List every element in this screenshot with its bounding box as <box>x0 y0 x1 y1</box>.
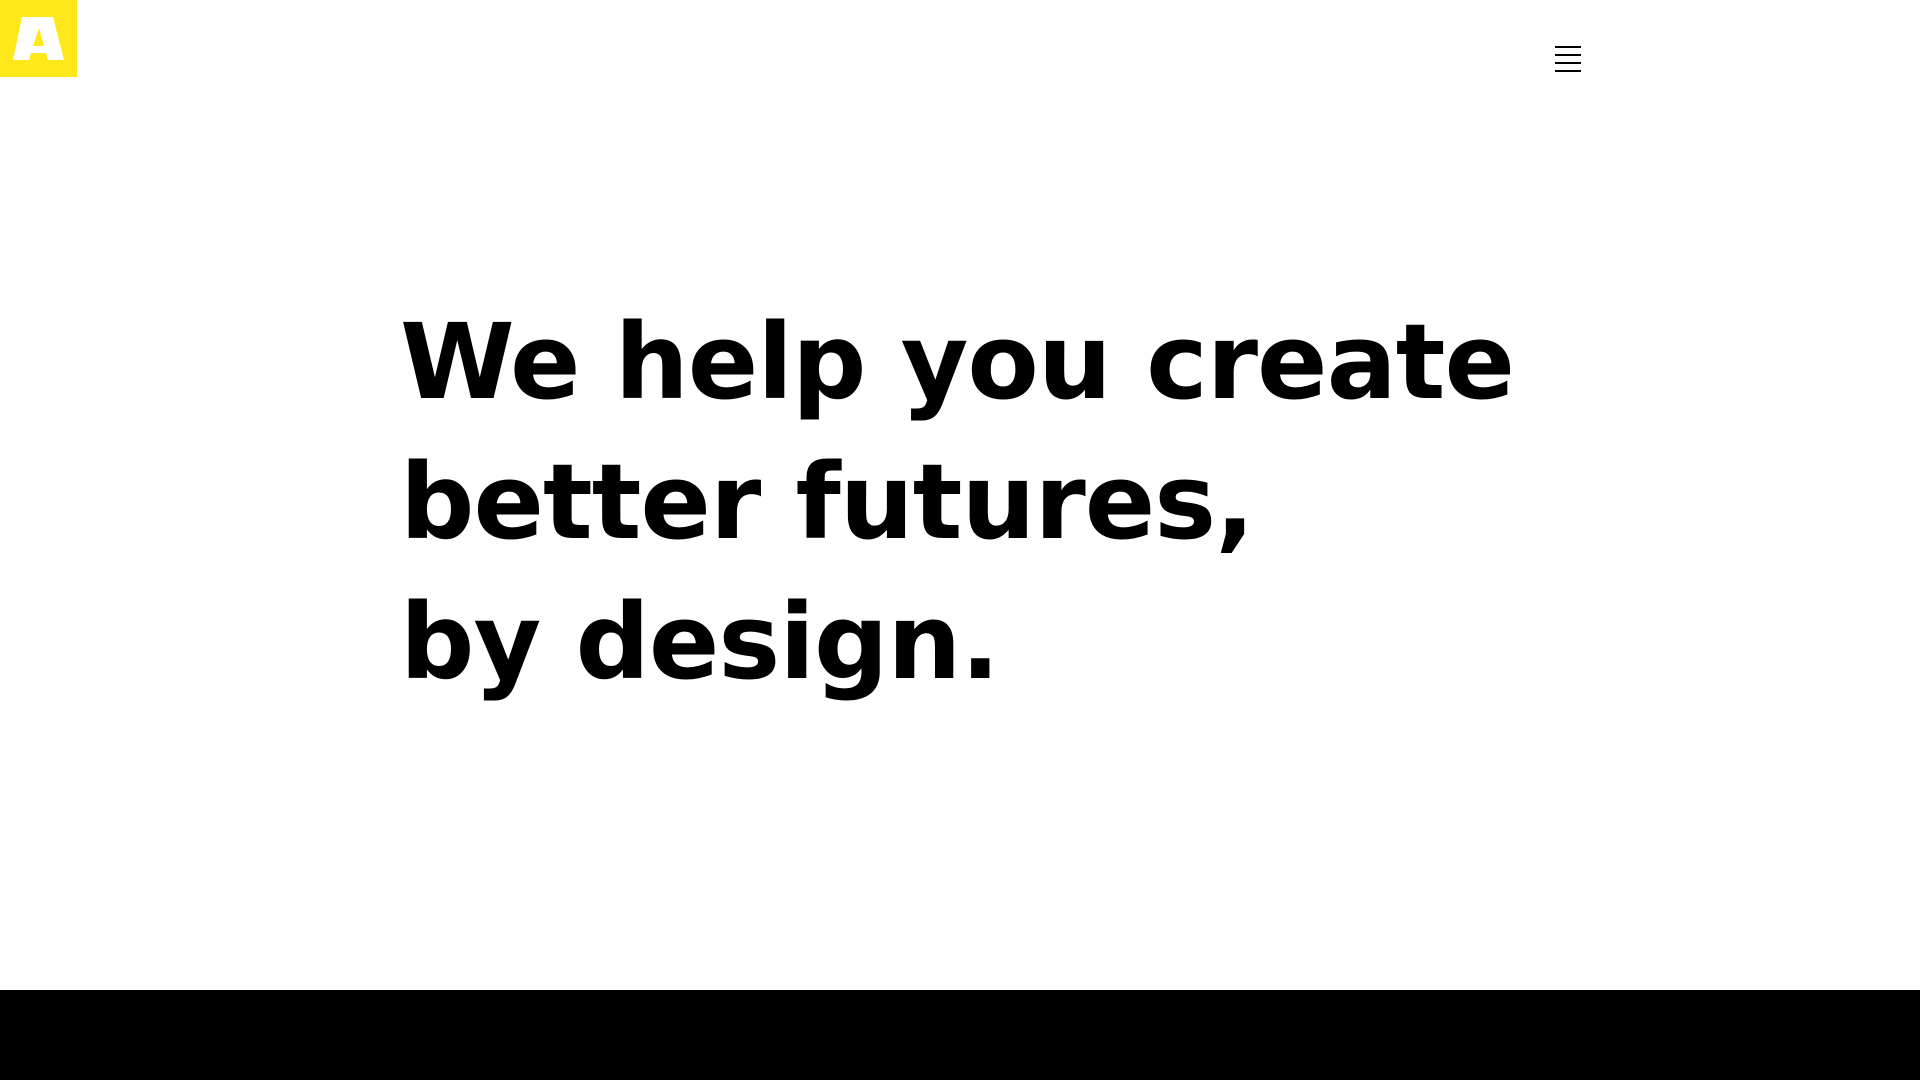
menu-button[interactable] <box>1550 42 1586 76</box>
page: We help you create better futures, by de… <box>0 0 1920 1080</box>
hero-line-3: by design. <box>400 581 1000 703</box>
hero-heading: We help you create better futures, by de… <box>400 292 1580 712</box>
hero-line-1: We help you create <box>400 301 1515 423</box>
footer-band <box>0 990 1920 1080</box>
hamburger-icon <box>1555 46 1581 72</box>
logo-a-icon <box>13 17 64 60</box>
brand-logo[interactable] <box>0 0 77 77</box>
hero-line-2: better futures, <box>400 441 1255 563</box>
